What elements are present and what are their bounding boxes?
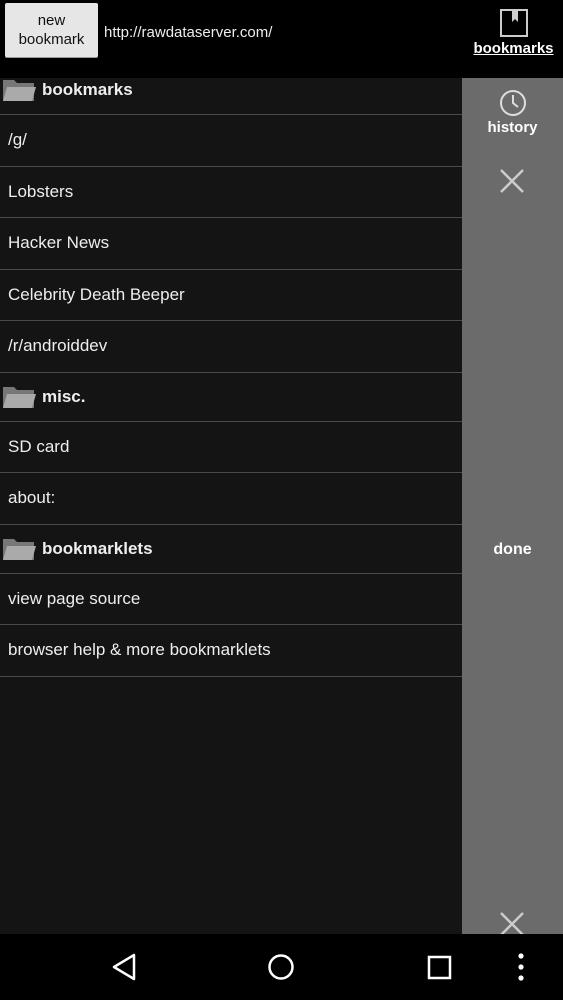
clock-icon [499, 90, 526, 116]
folder-row-bookmarklets[interactable]: bookmarklets [0, 525, 462, 574]
bookmark-row[interactable]: Hacker News [0, 218, 462, 270]
folder-label: bookmarklets [42, 538, 153, 558]
folder-row-bookmarks[interactable]: bookmarks [0, 66, 462, 115]
current-url: http://rawdataserver.com/ [104, 24, 273, 41]
bookmark-label: /g/ [8, 130, 27, 150]
new-bookmark-label: new bookmark [18, 12, 85, 48]
folder-row-misc[interactable]: misc. [0, 373, 462, 422]
bookmarks-tab-label: bookmarks [473, 40, 554, 57]
bookmark-row[interactable]: browser help & more bookmarklets [0, 625, 462, 677]
bookmark-label: SD card [8, 436, 70, 456]
bookmark-label: view page source [8, 588, 141, 608]
home-icon[interactable] [266, 952, 296, 982]
system-nav-bar [0, 934, 563, 1000]
bookmark-list: bookmarks /g/ Lobsters Hacker News Celeb… [0, 66, 462, 677]
folder-label: bookmarks [42, 80, 133, 99]
folder-icon [3, 386, 36, 408]
bookmark-label: about: [8, 488, 56, 508]
bookmarks-tab[interactable]: bookmarks [464, 6, 563, 72]
bookmark-row[interactable]: /r/androiddev [0, 321, 462, 373]
bookmark-label: browser help & more bookmarklets [8, 640, 271, 660]
recents-icon[interactable] [427, 952, 453, 982]
bookmark-row[interactable]: SD card [0, 422, 462, 473]
side-panel: history done [462, 78, 563, 936]
bookmark-icon [499, 9, 528, 37]
bookmark-row[interactable]: /g/ [0, 115, 462, 167]
folder-label: misc. [42, 386, 86, 406]
new-bookmark-button[interactable]: new bookmark [5, 3, 98, 57]
bookmark-row[interactable]: about: [0, 473, 462, 525]
bookmark-label: Celebrity Death Beeper [8, 284, 185, 304]
bookmark-row[interactable]: Lobsters [0, 167, 462, 218]
history-tab[interactable]: history [462, 88, 563, 136]
bookmark-label: Lobsters [8, 181, 74, 201]
back-icon[interactable] [110, 952, 138, 982]
history-tab-label: history [487, 119, 538, 136]
done-button[interactable]: done [462, 541, 563, 559]
overflow-menu-icon[interactable] [512, 952, 530, 982]
folder-icon [3, 538, 36, 560]
folder-icon [3, 80, 36, 101]
bookmark-row[interactable]: Celebrity Death Beeper [0, 270, 462, 321]
bookmark-row[interactable]: view page source [0, 574, 462, 625]
bookmark-label: /r/androiddev [8, 336, 108, 356]
close-icon[interactable] [499, 168, 525, 194]
bookmark-label: Hacker News [8, 233, 110, 253]
